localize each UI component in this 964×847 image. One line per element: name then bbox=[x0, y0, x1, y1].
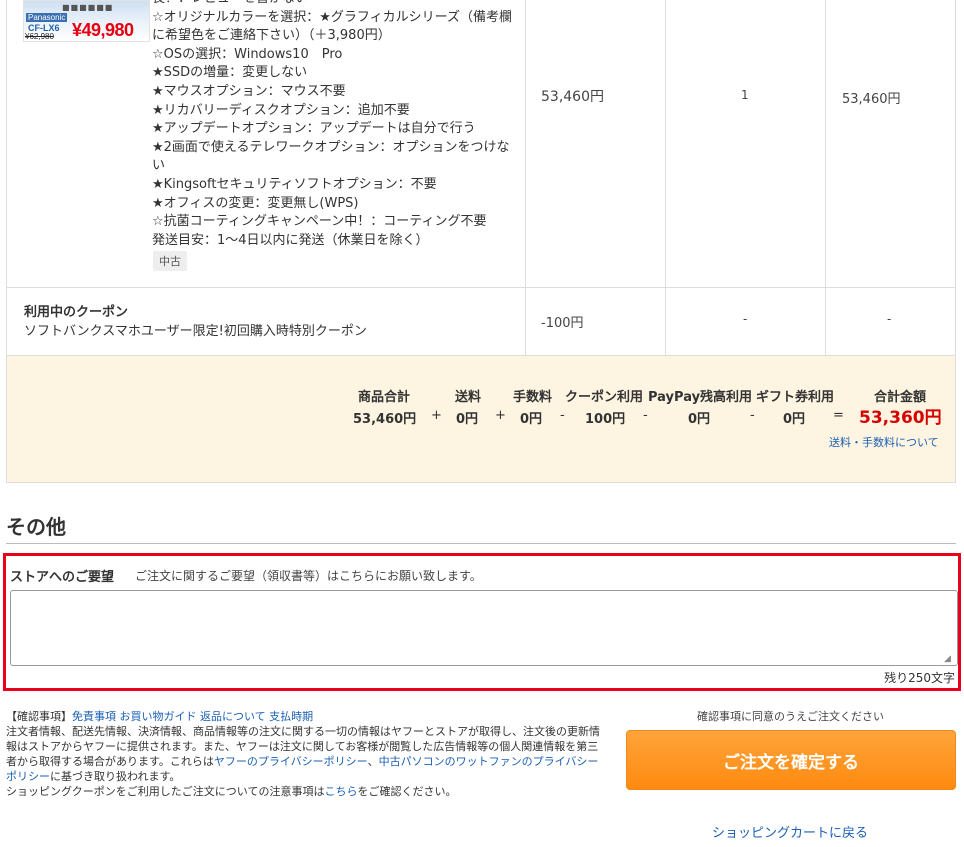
option-line: ★オフィスの変更：変更無し(WPS) bbox=[152, 195, 359, 211]
coupon-quantity: - bbox=[743, 312, 748, 326]
store-request-box: ストアへのご要望 ご注文に関するご要望（領収書等）はこちらにお願い致します。 ◢… bbox=[3, 553, 961, 691]
option-line: ☆OSの選択：Windows10 Pro bbox=[152, 46, 343, 62]
order-table: ■■■■■■ Panasonic CF-LX6 ¥62,980 ¥49,980 … bbox=[6, 0, 956, 483]
color-swatches: ■■■■■■ bbox=[62, 3, 114, 12]
disclaimer-link[interactable]: 免責事項 bbox=[72, 710, 116, 723]
section-divider bbox=[6, 543, 956, 544]
column-divider bbox=[525, 0, 526, 356]
total-fee-value: 0円 bbox=[520, 412, 543, 427]
coupon-title: 利用中のクーポン bbox=[24, 305, 129, 320]
option-line: ★SSDの増量：変更しない bbox=[152, 65, 308, 81]
operator: = bbox=[833, 408, 844, 423]
confirm-order-button[interactable]: ご注文を確定する bbox=[626, 730, 956, 790]
notes-separator: 、 bbox=[367, 755, 379, 768]
product-thumbnail[interactable]: ■■■■■■ Panasonic CF-LX6 ¥62,980 ¥49,980 bbox=[23, 0, 150, 42]
total-gift-value: 0円 bbox=[783, 412, 806, 427]
total-coupon-value: 100円 bbox=[585, 412, 626, 427]
total-goods-value: 53,460円 bbox=[353, 412, 417, 427]
total-shipping-value: 0円 bbox=[456, 412, 479, 427]
returns-link[interactable]: 返品について bbox=[200, 710, 266, 723]
total-coupon-label: クーポン利用 bbox=[565, 390, 644, 405]
operator: - bbox=[750, 408, 755, 423]
column-divider bbox=[665, 0, 666, 356]
notes-body-end: に基づき取り扱われます。 bbox=[50, 770, 181, 783]
total-goods-label: 商品合計 bbox=[358, 390, 411, 405]
total-fee-label: 手数料 bbox=[513, 390, 553, 405]
coupon-note: ショッピングクーポンをご利用したご注文についての注意事項は bbox=[6, 785, 325, 798]
agree-note: 確認事項に同意のうえご注文ください bbox=[697, 710, 884, 723]
option-line: ★2画面で使えるテレワークオプション：オプションをつけない bbox=[152, 139, 510, 174]
yahoo-privacy-link[interactable]: ヤフーのプライバシーポリシー bbox=[214, 755, 368, 768]
grand-total: 53,360円 bbox=[859, 408, 942, 428]
thumb-old-price: ¥62,980 bbox=[25, 32, 54, 41]
total-gift-label: ギフト券利用 bbox=[756, 390, 835, 405]
total-paypay-value: 0円 bbox=[688, 412, 711, 427]
line-subtotal: 53,460円 bbox=[842, 92, 901, 107]
quantity: 1 bbox=[741, 88, 749, 102]
notes-prefix: 【確認事項】 bbox=[6, 710, 72, 723]
option-line: 発送目安：1〜4日以内に発送（休業日を除く） bbox=[152, 232, 429, 248]
total-paypay-label: PayPay残高利用 bbox=[648, 390, 753, 405]
product-options: 長！：レビューを書かない ☆オリジナルカラーを選択：★グラフィカルシリーズ（備考… bbox=[152, 0, 512, 250]
option-line: ★リカバリーディスクオプション：追加不要 bbox=[152, 102, 410, 118]
operator: - bbox=[643, 408, 648, 423]
thumb-brand: Panasonic bbox=[26, 13, 68, 22]
coupon-note-link[interactable]: こちら bbox=[324, 785, 357, 798]
thumb-price: ¥49,980 bbox=[72, 20, 134, 40]
unit-price: 53,460円 bbox=[541, 89, 604, 105]
operator: + bbox=[495, 408, 506, 423]
coupon-discount: -100円 bbox=[541, 316, 584, 331]
option-line: ☆抗菌コーティングキャンペーン中！：コーティング不要 bbox=[152, 214, 487, 230]
condition-tag: 中古 bbox=[153, 251, 187, 271]
totals-panel: 商品合計 送料 手数料 クーポン利用 PayPay残高利用 ギフト券利用 合計金… bbox=[7, 356, 955, 482]
total-shipping-label: 送料 bbox=[455, 390, 482, 405]
shopping-guide-link[interactable]: お買い物ガイド bbox=[120, 710, 197, 723]
option-line: ☆オリジナルカラーを選択：★グラフィカルシリーズ（備考欄に希望色をご連絡下さい）… bbox=[152, 9, 513, 44]
operator: - bbox=[560, 408, 565, 423]
column-divider bbox=[825, 0, 826, 356]
section-title-other: その他 bbox=[6, 515, 66, 539]
coupon-subtotal: - bbox=[887, 312, 892, 326]
option-line: ★アップデートオプション：アップデートは自分で行う bbox=[152, 121, 476, 137]
option-line: 長！：レビューを書かない bbox=[152, 0, 512, 9]
request-help-text: ご注文に関するご要望（領収書等）はこちらにお願い致します。 bbox=[135, 569, 482, 583]
payment-timing-link[interactable]: 支払時期 bbox=[269, 710, 313, 723]
row-divider bbox=[7, 287, 955, 288]
back-to-cart-link[interactable]: ショッピングカートに戻る bbox=[712, 822, 868, 841]
store-request-textarea[interactable] bbox=[10, 590, 958, 666]
confirmation-notes: 【確認事項】免責事項 お買い物ガイド 返品について 支払時期 注文者情報、配送先… bbox=[6, 709, 604, 799]
operator: + bbox=[431, 408, 442, 423]
coupon-note-end: をご確認ください。 bbox=[357, 785, 457, 798]
request-label: ストアへのご要望 bbox=[10, 570, 115, 585]
remaining-char-count: 残り250文字 bbox=[884, 671, 955, 685]
option-line: ★Kingsoftセキュリティソフトオプション：不要 bbox=[152, 176, 437, 192]
resize-grip-icon[interactable]: ◢ bbox=[944, 654, 954, 664]
option-line: ★マウスオプション：マウス不要 bbox=[152, 83, 346, 99]
fee-info-link[interactable]: 送料・手数料について bbox=[829, 434, 939, 450]
coupon-description: ソフトバンクスマホユーザー限定!初回購入時特別クーポン bbox=[24, 324, 367, 339]
